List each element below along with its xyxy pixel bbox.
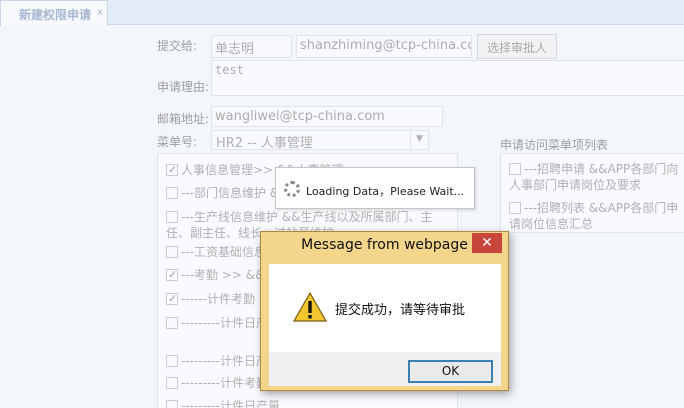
loading-popup: Loading Data，Please Wait... [275,167,475,209]
checkbox[interactable] [166,355,178,367]
dialog-message: 提交成功，请等待审批 [335,303,466,318]
email-field[interactable]: wangliwei@tcp-china.com [211,106,443,127]
checkbox[interactable] [166,187,178,199]
list-item[interactable]: ---招聘申请 &&APP各部门向人事部门申请岗位及要求 [509,161,684,193]
ok-button[interactable]: OK [408,360,493,383]
choose-approver-button[interactable]: 选择审批人 [477,34,557,59]
warning-icon [293,292,327,322]
checkbox[interactable] [166,246,178,258]
reason-textarea[interactable]: test [211,60,684,96]
checkbox[interactable] [509,163,521,175]
tab-close-icon[interactable]: x [97,7,103,18]
tab-label: 新建权限申请 [19,8,92,22]
tab-new-permission-request[interactable]: 新建权限申请 x [0,0,108,26]
menu-label: 菜单号: [157,135,198,149]
dialog-footer: OK [269,352,501,386]
close-icon[interactable]: ✕ [472,233,502,253]
checkbox[interactable] [509,202,521,214]
reason-label: 申请理由: [157,80,210,94]
checkbox[interactable] [166,400,178,408]
right-panel-title: 申请访问菜单项列表 [500,138,609,152]
loading-text: Loading Data，Please Wait... [306,185,465,198]
dialog-body: 提交成功，请等待审批 [269,264,501,352]
menu-select-value: HR2 -- 人事管理 [216,136,313,151]
tab-bar: 新建权限申请 x [0,0,684,26]
email-label: 邮箱地址: [157,112,210,126]
list-item[interactable]: ---招聘列表 &&APP各部门申请岗位信息汇总 [509,200,684,232]
requested-items-panel: ---招聘申请 &&APP各部门向人事部门申请岗位及要求 ---招聘列表 &&A… [500,153,684,233]
loading-spinner-icon [284,181,300,197]
submitter-name-field[interactable]: 单志明 [211,35,292,58]
checkbox[interactable] [166,377,178,389]
submitter-label: 提交给: [157,39,198,53]
submitter-email-field[interactable]: shanzhiming@tcp-china.com [296,35,472,58]
dialog-title: Message from webpage [301,237,468,253]
checkbox[interactable] [166,267,178,283]
checkbox[interactable] [166,211,178,223]
checkbox[interactable] [166,162,178,178]
message-dialog: Message from webpage ✕ 提交成功，请等待审批 OK [260,231,509,391]
checkbox[interactable] [166,317,178,329]
chevron-down-icon: ▼ [410,131,428,149]
list-item[interactable]: ---------计件日产量 [166,398,451,408]
menu-select[interactable]: HR2 -- 人事管理 ▼ [211,130,429,151]
checkbox[interactable] [166,291,178,307]
